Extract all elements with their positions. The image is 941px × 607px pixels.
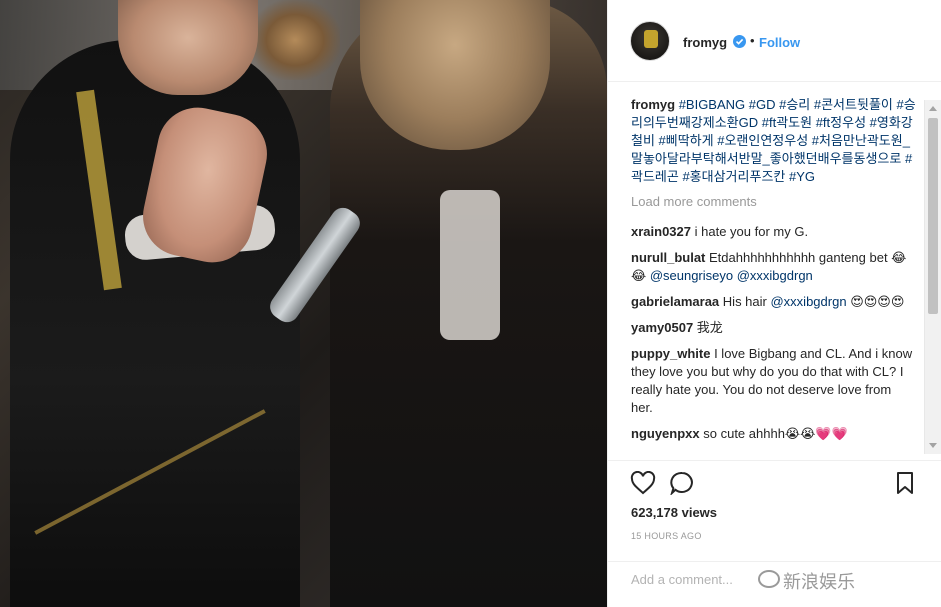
add-comment-bar: Add a comment... 新浪娱乐 [608, 561, 941, 607]
comment-username[interactable]: gabrielamaraa [631, 294, 719, 309]
comment-mentions[interactable]: @seungriseyo @xxxibgdrgn [650, 268, 813, 283]
post-timestamp[interactable]: 15 HOURS AGO [631, 531, 702, 541]
scroll-thumb[interactable] [928, 118, 938, 314]
bookmark-icon[interactable] [894, 471, 916, 500]
avatar-logo [644, 30, 658, 48]
comment-text: so cute ahhhh😭😭💗💗 [703, 426, 848, 441]
comment-username[interactable]: yamy0507 [631, 320, 693, 335]
weibo-logo-icon [758, 570, 780, 588]
person-right-shirt [440, 190, 500, 340]
comment-item: nguyenpxx so cute ahhhh😭😭💗💗 [631, 425, 916, 443]
comment-username[interactable]: puppy_white [631, 346, 710, 361]
comment-text: His hair [722, 294, 771, 309]
comment-username[interactable]: nurull_bulat [631, 250, 705, 265]
caption: fromyg #BIGBANG #GD #승리 #콘서트뒷풀이 #승리의두번째강… [631, 96, 916, 186]
comments-scrollbar[interactable] [924, 100, 941, 454]
comment-item: nurull_bulat Etdahhhhhhhhhhh ganteng bet… [631, 249, 916, 285]
post-sidebar: fromyg • Follow fromyg #BIGBANG #GD #승리 … [607, 0, 941, 607]
scroll-up-arrow-icon[interactable] [929, 106, 937, 111]
verified-badge-icon [733, 35, 746, 48]
comment-item: gabrielamaraa His hair @xxxibgdrgn 😍😍😍😍 [631, 293, 916, 311]
avatar[interactable] [630, 21, 670, 61]
scroll-down-arrow-icon[interactable] [929, 443, 937, 448]
follow-button[interactable]: Follow [759, 35, 800, 50]
post-video[interactable] [0, 0, 607, 607]
add-comment-input[interactable]: Add a comment... [631, 572, 733, 587]
comment-username[interactable]: nguyenpxx [631, 426, 700, 441]
comments-list[interactable]: fromyg #BIGBANG #GD #승리 #콘서트뒷풀이 #승리의두번째강… [608, 82, 928, 460]
background-light [250, 0, 340, 80]
comment-mentions[interactable]: @xxxibgdrgn [770, 294, 846, 309]
comment-item: xrain0327 i hate you for my G. [631, 223, 916, 241]
post-header: fromyg • Follow [608, 0, 941, 82]
comment-text: i hate you for my G. [694, 224, 809, 239]
watermark: 新浪娱乐 [783, 572, 855, 593]
caption-username[interactable]: fromyg [631, 97, 675, 112]
comment-bubble-icon[interactable] [670, 471, 696, 500]
comment-text: 我龙 [696, 320, 723, 335]
heart-icon[interactable] [630, 470, 656, 500]
comment-username[interactable]: xrain0327 [631, 224, 691, 239]
view-count[interactable]: 623,178 views [631, 505, 717, 520]
comment-item: puppy_white I love Bigbang and CL. And i… [631, 345, 916, 417]
username[interactable]: fromyg [683, 35, 727, 50]
comment-emoji: 😍😍😍😍 [850, 294, 905, 309]
comment-item: yamy0507 我龙 [631, 319, 916, 337]
load-more-comments-button[interactable]: Load more comments [631, 194, 928, 209]
post-actions: 623,178 views 15 HOURS AGO Add a comment… [608, 460, 941, 607]
separator-dot: • [750, 33, 755, 48]
